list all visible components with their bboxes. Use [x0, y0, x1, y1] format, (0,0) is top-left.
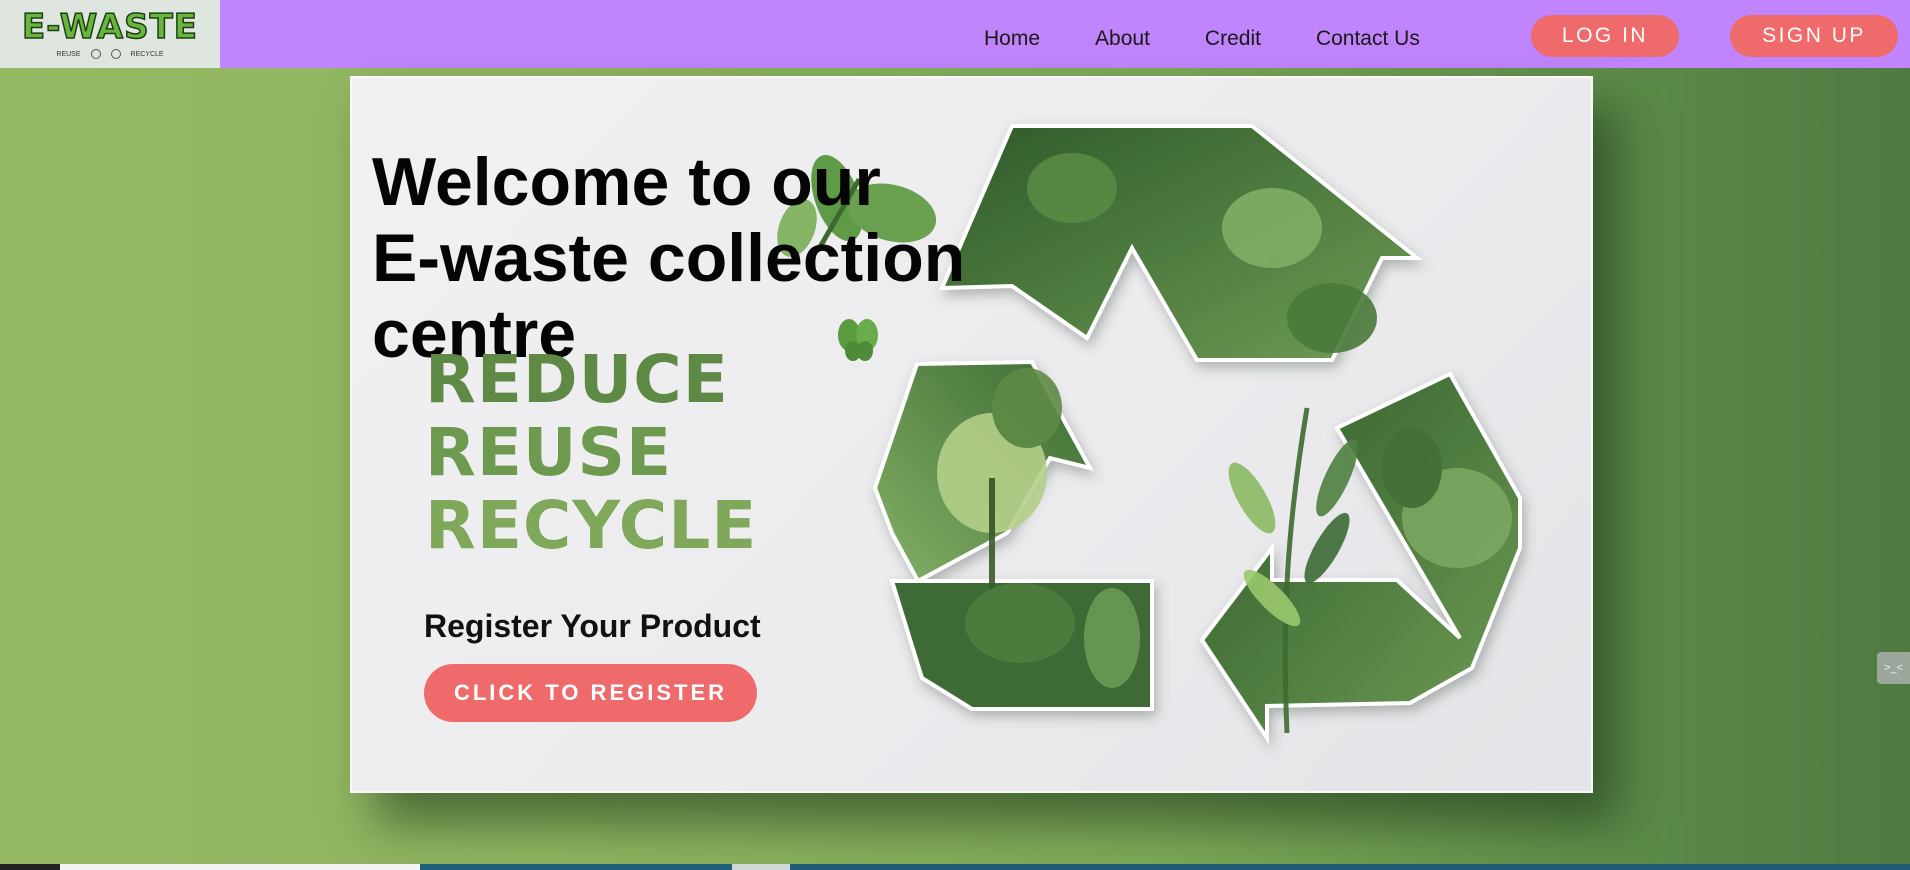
- page-bottom-strip: [0, 864, 1910, 870]
- top-navbar: E-WASTE REUSE RECYCLE Home About Credit …: [0, 0, 1910, 68]
- hero-title-line: E-waste collection: [372, 220, 966, 296]
- slogan-reuse: REUSE: [425, 414, 673, 491]
- logo-tag-recycle: RECYCLE: [130, 50, 164, 58]
- logo-recycle-icon: [110, 49, 121, 59]
- slogan-reduce: REDUCE: [425, 341, 729, 418]
- nav-home[interactable]: Home: [984, 26, 1040, 52]
- login-button[interactable]: LOG IN: [1531, 15, 1679, 57]
- side-tab-icon[interactable]: >_<: [1877, 652, 1910, 684]
- slogan-recycle: RECYCLE: [425, 487, 758, 564]
- nav-about[interactable]: About: [1095, 26, 1150, 52]
- logo-tagline: REUSE RECYCLE: [56, 49, 164, 59]
- logo-tag-reuse: REUSE: [56, 50, 81, 58]
- register-heading: Register Your Product: [424, 608, 761, 644]
- slogan: REDUCE REUSE RECYCLE: [425, 343, 757, 562]
- hero-title-line: Welcome to our: [372, 144, 881, 220]
- main-nav: Home About Credit Contact Us: [984, 26, 1420, 52]
- hero-title: Welcome to our E-waste collection centre: [372, 144, 1012, 372]
- hero-banner: Welcome to our E-waste collection centre…: [350, 76, 1593, 793]
- register-button[interactable]: CLICK TO REGISTER: [424, 664, 757, 722]
- signup-button[interactable]: SIGN UP: [1730, 15, 1898, 57]
- logo-text: E-WASTE: [21, 7, 198, 47]
- nav-credit[interactable]: Credit: [1205, 26, 1261, 52]
- site-logo[interactable]: E-WASTE REUSE RECYCLE: [0, 0, 220, 68]
- logo-mark-icon: [90, 49, 101, 59]
- nav-contact-us[interactable]: Contact Us: [1316, 26, 1420, 52]
